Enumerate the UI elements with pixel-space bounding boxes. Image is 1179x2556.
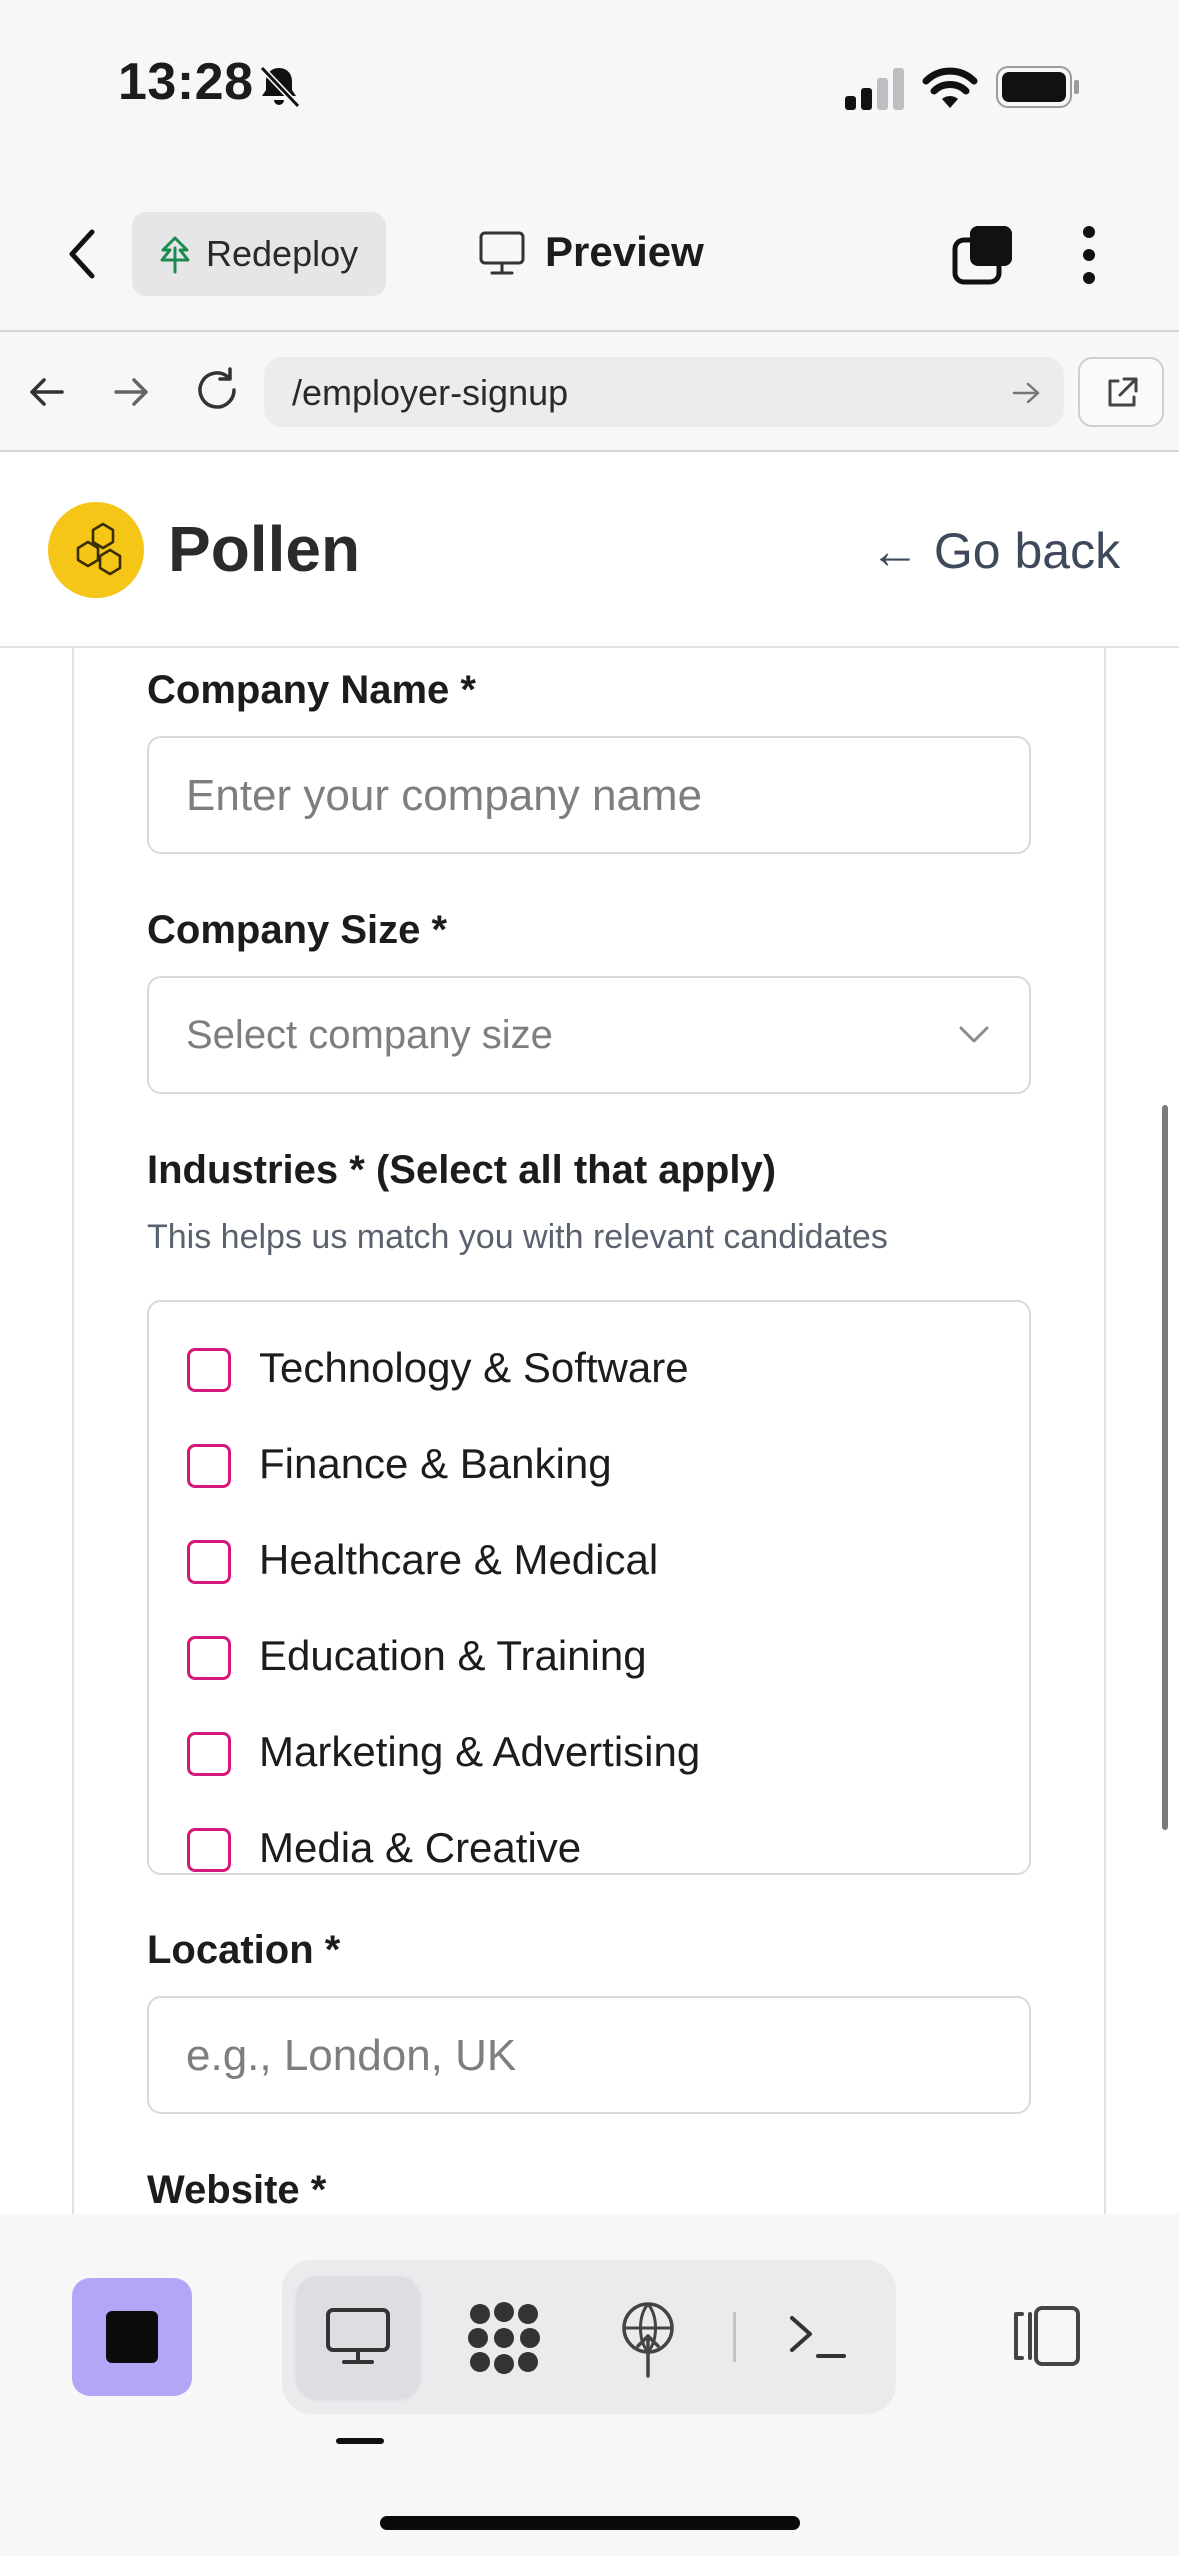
monitor-icon <box>479 231 525 275</box>
signal-icon <box>845 68 904 110</box>
logo[interactable] <box>48 502 144 598</box>
terminal-icon[interactable] <box>786 2310 848 2362</box>
honeycomb-icon <box>76 522 122 576</box>
more-icon[interactable] <box>1074 224 1104 286</box>
divider <box>0 330 1179 332</box>
industries-label: Industries * (Select all that apply) <box>147 1148 777 1192</box>
tabs-icon[interactable] <box>950 222 1016 286</box>
grid-icon[interactable] <box>466 2300 542 2376</box>
checkbox-media[interactable] <box>187 1828 231 1872</box>
checkbox-technology[interactable] <box>187 1348 231 1392</box>
divider <box>733 2312 736 2362</box>
checkbox-marketing[interactable] <box>187 1732 231 1776</box>
option-label: Technology & Software <box>259 1344 689 1391</box>
wifi-icon <box>922 67 978 108</box>
company-name-placeholder: Enter your company name <box>186 771 703 820</box>
go-arrow-icon[interactable] <box>1010 378 1042 408</box>
deploy-icon[interactable] <box>616 2298 680 2378</box>
company-name-label: Company Name * <box>147 668 476 712</box>
home-indicator <box>380 2516 800 2530</box>
option-label: Finance & Banking <box>259 1440 612 1487</box>
url-text: /employer-signup <box>292 372 569 413</box>
company-size-placeholder: Select company size <box>186 1013 553 1057</box>
status-time: 13:28 <box>118 53 254 111</box>
location-placeholder: e.g., London, UK <box>186 2031 517 2080</box>
open-external-button[interactable] <box>1078 357 1164 427</box>
monitor-icon <box>326 2308 390 2364</box>
arrow-left-icon[interactable] <box>24 370 68 414</box>
tree-icon <box>160 236 190 274</box>
checkbox-education[interactable] <box>187 1636 231 1680</box>
scrollbar[interactable] <box>1162 1105 1168 1830</box>
redeploy-button[interactable]: Redeploy <box>132 212 386 296</box>
option-label: Media & Creative <box>259 1824 582 1871</box>
brand-name: Pollen <box>168 513 361 585</box>
company-size-select[interactable]: Select company size <box>147 976 1031 1094</box>
panel-icon[interactable] <box>1010 2304 1082 2368</box>
bell-muted-icon <box>259 65 301 109</box>
go-back-link[interactable]: ← Go back <box>870 522 1120 580</box>
industries-list[interactable]: Technology & Software Finance & Banking … <box>147 1300 1031 1875</box>
redeploy-label: Redeploy <box>206 233 359 274</box>
stop-icon <box>106 2311 158 2363</box>
chevron-down-icon <box>959 1026 989 1043</box>
preview-button[interactable]: Preview <box>545 228 704 276</box>
reload-icon[interactable] <box>192 366 242 416</box>
battery-icon <box>996 66 1079 108</box>
back-chevron-icon[interactable] <box>62 226 106 282</box>
arrow-right-icon[interactable] <box>110 370 154 414</box>
company-name-input[interactable]: Enter your company name <box>147 736 1031 854</box>
option-label: Marketing & Advertising <box>259 1728 701 1775</box>
location-label: Location * <box>147 1928 341 1972</box>
checkbox-finance[interactable] <box>187 1444 231 1488</box>
industries-help: This helps us match you with relevant ca… <box>147 1218 888 1256</box>
external-link-icon <box>1108 377 1138 407</box>
active-tab-indicator <box>336 2438 384 2444</box>
checkbox-healthcare[interactable] <box>187 1540 231 1584</box>
company-size-label: Company Size * <box>147 908 448 952</box>
option-label: Healthcare & Medical <box>259 1536 659 1583</box>
website-label: Website * <box>147 2168 327 2212</box>
option-label: Education & Training <box>259 1632 647 1679</box>
location-input[interactable]: e.g., London, UK <box>147 1996 1031 2114</box>
